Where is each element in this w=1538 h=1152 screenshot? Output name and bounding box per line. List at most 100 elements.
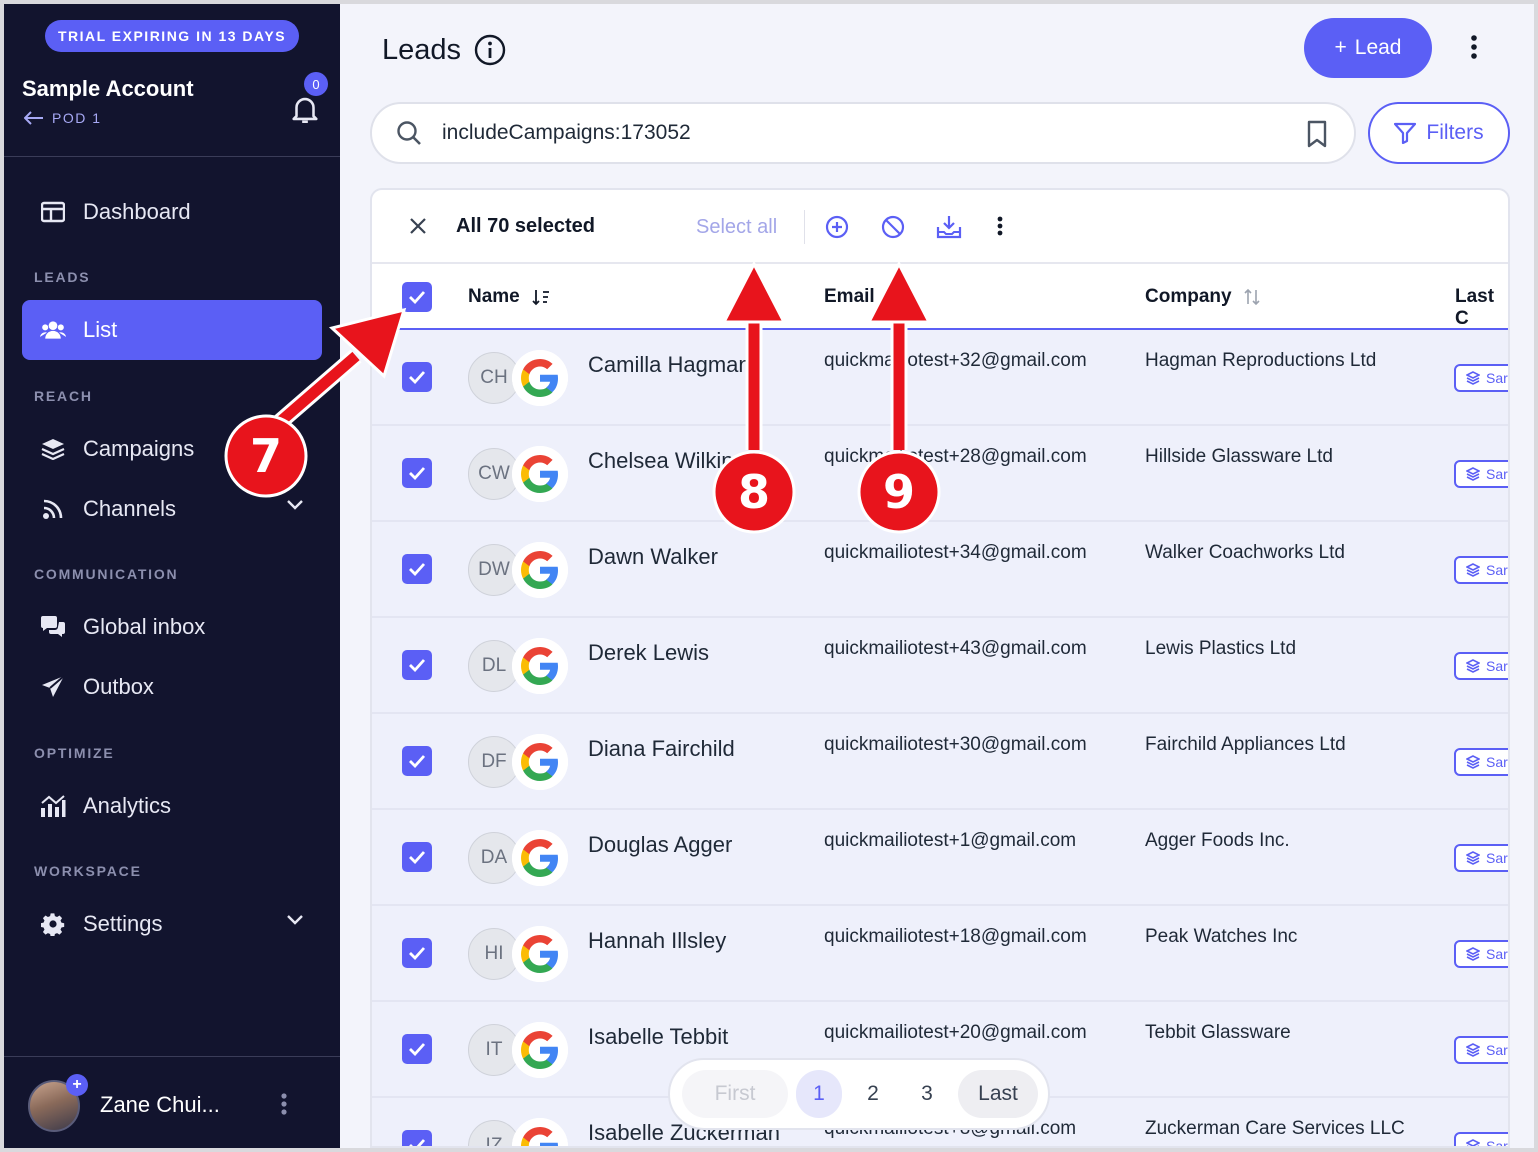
page-title: Leads: [382, 34, 462, 66]
sequence-chip[interactable]: Sar: [1454, 1132, 1508, 1146]
sequence-chip-label: Sar: [1486, 1042, 1508, 1058]
sidebar-item-label: Campaigns: [83, 436, 195, 461]
sidebar-divider: [4, 1056, 340, 1057]
google-icon: [512, 926, 568, 982]
google-icon: [512, 734, 568, 790]
lead-name[interactable]: Chelsea Wilkins: [588, 448, 798, 474]
column-header-last-contacted[interactable]: Last C: [1455, 286, 1508, 330]
sequence-chip[interactable]: Sar: [1454, 364, 1508, 392]
sidebar-item-analytics[interactable]: Analytics: [22, 776, 322, 836]
row-checkbox[interactable]: [402, 938, 432, 968]
pagination-page[interactable]: 1: [796, 1070, 842, 1118]
close-icon[interactable]: [408, 216, 428, 236]
row-checkbox[interactable]: [402, 1034, 432, 1064]
column-header-email[interactable]: Email: [824, 286, 875, 308]
column-header-name[interactable]: Name: [468, 286, 550, 308]
notification-count: 0: [304, 72, 328, 96]
lead-email: quickmailiotest+1@gmail.com: [824, 830, 1077, 851]
filters-button[interactable]: Filters: [1368, 102, 1510, 164]
layers-icon: [1466, 659, 1480, 673]
google-icon: [512, 1022, 568, 1078]
row-checkbox[interactable]: [402, 746, 432, 776]
sidebar-item-global-inbox[interactable]: Global inbox: [22, 597, 322, 657]
lead-name[interactable]: Hannah Illsley: [588, 928, 798, 954]
more-icon[interactable]: [280, 1092, 288, 1116]
add-circle-icon[interactable]: [824, 214, 850, 240]
select-all-checkbox[interactable]: [402, 282, 432, 312]
sequence-chip[interactable]: Sar: [1454, 844, 1508, 872]
chat-icon: [40, 614, 66, 640]
lead-email: quickmailiotest+34@gmail.com: [824, 542, 1087, 563]
row-checkbox[interactable]: [402, 458, 432, 488]
lead-name[interactable]: Isabelle Tebbit: [588, 1024, 798, 1050]
lead-name[interactable]: Derek Lewis: [588, 640, 798, 666]
sidebar-item-settings[interactable]: Settings: [22, 894, 322, 954]
search-input[interactable]: includeCampaigns:173052: [370, 102, 1356, 164]
row-checkbox[interactable]: [402, 650, 432, 680]
checkmark-icon: [409, 659, 426, 672]
table-row[interactable]: DL Derek Lewis quickmailiotest+43@gmail.co…: [372, 618, 1508, 714]
row-checkbox[interactable]: [402, 1130, 432, 1146]
row-checkbox[interactable]: [402, 842, 432, 872]
sequence-chip-label: Sar: [1486, 370, 1508, 386]
row-checkbox[interactable]: [402, 362, 432, 392]
add-lead-button[interactable]: + Lead: [1304, 18, 1432, 78]
avatar-add-badge[interactable]: +: [66, 1074, 88, 1096]
select-all-button[interactable]: Select all: [696, 216, 777, 239]
sidebar-item-dashboard[interactable]: Dashboard: [22, 182, 322, 242]
block-icon[interactable]: [880, 214, 906, 240]
pagination-first[interactable]: First: [682, 1070, 788, 1118]
table-row[interactable]: CH Camilla Hagman quickmailiotest+32@gmail…: [372, 330, 1508, 426]
table-row[interactable]: DA Douglas Agger quickmailiotest+1@gmail.c…: [372, 810, 1508, 906]
checkmark-icon: [409, 947, 426, 960]
table-row[interactable]: CW Chelsea Wilkins quickmailiotest+28@gmai…: [372, 426, 1508, 522]
pagination-last[interactable]: Last: [958, 1070, 1038, 1118]
row-checkbox[interactable]: [402, 554, 432, 584]
download-icon[interactable]: [936, 214, 962, 240]
sidebar-item-label: Dashboard: [83, 199, 191, 224]
pagination-page[interactable]: 2: [850, 1070, 896, 1118]
sequence-chip-label: Sar: [1486, 754, 1508, 770]
trial-badge[interactable]: TRIAL EXPIRING IN 13 DAYS: [45, 20, 299, 52]
sequence-chip[interactable]: Sar: [1454, 940, 1508, 968]
account-switcher[interactable]: POD 1: [24, 110, 102, 126]
add-lead-label: Lead: [1354, 36, 1402, 59]
sequence-chip[interactable]: Sar: [1454, 556, 1508, 584]
more-icon[interactable]: [1470, 34, 1478, 60]
table-row[interactable]: DF Diana Fairchild quickmailiotest+30@gmai…: [372, 714, 1508, 810]
layers-icon: [1466, 371, 1480, 385]
lead-company: Hagman Reproductions Ltd: [1145, 350, 1377, 371]
sequence-chip[interactable]: Sar: [1454, 1036, 1508, 1064]
table-row[interactable]: DW Dawn Walker quickmailiotest+34@gmail.co…: [372, 522, 1508, 618]
checkmark-icon: [409, 371, 426, 384]
lead-name[interactable]: Douglas Agger: [588, 832, 798, 858]
sidebar-item-outbox[interactable]: Outbox: [22, 657, 322, 717]
google-icon: [512, 350, 568, 406]
column-label: Company: [1145, 286, 1232, 307]
checkmark-icon: [409, 563, 426, 576]
sequence-chip[interactable]: Sar: [1454, 652, 1508, 680]
search-query[interactable]: includeCampaigns:173052: [442, 121, 691, 145]
lead-name[interactable]: Dawn Walker: [588, 544, 798, 570]
pagination-page[interactable]: 3: [904, 1070, 950, 1118]
lead-name[interactable]: Diana Fairchild: [588, 736, 798, 762]
bell-icon[interactable]: [288, 92, 322, 126]
sequence-chip[interactable]: Sar: [1454, 460, 1508, 488]
account-name[interactable]: Sample Account: [22, 76, 194, 102]
sidebar-item-list[interactable]: List: [22, 300, 322, 360]
user-profile[interactable]: + Zane Chui...: [4, 1058, 340, 1148]
lead-name[interactable]: Camilla Hagman: [588, 352, 798, 378]
column-header-company[interactable]: Company: [1145, 286, 1260, 308]
more-icon[interactable]: [996, 214, 1004, 238]
arrow-left-icon: [24, 111, 43, 125]
rss-icon: [40, 496, 66, 522]
layers-icon: [1466, 947, 1480, 961]
search-icon: [397, 121, 421, 145]
table-row[interactable]: HI Hannah Illsley quickmailiotest+18@gmail…: [372, 906, 1508, 1002]
sidebar-item-campaigns[interactable]: Campaigns: [22, 419, 322, 479]
sidebar-item-channels[interactable]: Channels: [22, 479, 322, 539]
info-icon[interactable]: [474, 34, 506, 66]
layers-icon: [1466, 563, 1480, 577]
bookmark-icon[interactable]: [1306, 120, 1328, 148]
sequence-chip[interactable]: Sar: [1454, 748, 1508, 776]
